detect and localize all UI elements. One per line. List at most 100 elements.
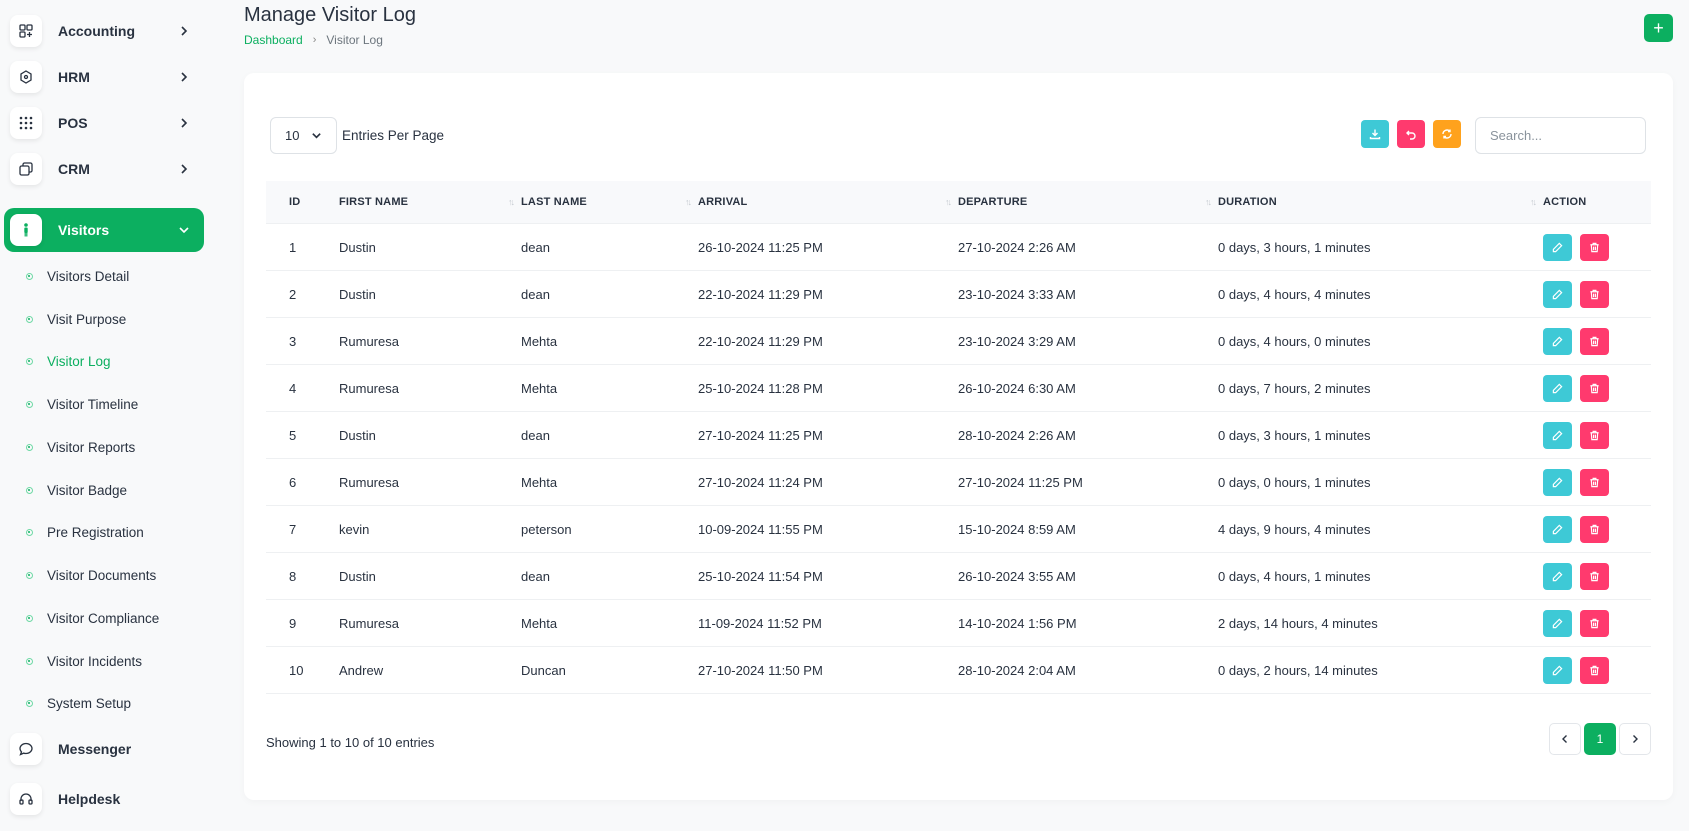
entries-per-page-select[interactable]: 10 [270,117,337,154]
table-row: 2 Dustin dean 22-10-2024 11:29 PM 23-10-… [266,271,1651,318]
cell-duration: 4 days, 9 hours, 4 minutes [1218,521,1371,537]
edit-button[interactable] [1543,421,1572,449]
edit-button[interactable] [1543,468,1572,496]
add-visitor-log-button[interactable]: + [1644,14,1673,42]
delete-button[interactable] [1580,609,1609,637]
reset-button[interactable] [1397,120,1425,148]
sidebar-subitem-visitors-detail[interactable]: Visitors Detail [26,264,129,288]
cell-actions [1543,233,1651,261]
sidebar-subitem-visitor-timeline[interactable]: Visitor Timeline [26,392,138,416]
edit-button[interactable] [1543,609,1572,637]
export-button[interactable] [1361,120,1389,148]
cell-arrival: 25-10-2024 11:54 PM [698,568,823,584]
sidebar-subitem-visitor-badge[interactable]: Visitor Badge [26,478,127,502]
edit-button[interactable] [1543,280,1572,308]
sidebar-item-helpdesk[interactable]: Helpdesk [4,777,204,821]
entries-per-page-value: 10 [285,128,300,143]
cell-duration: 0 days, 2 hours, 14 minutes [1218,662,1378,678]
trash-icon [1590,430,1599,440]
delete-button[interactable] [1580,374,1609,402]
cell-arrival: 22-10-2024 11:29 PM [698,333,823,349]
sidebar-item-crm[interactable]: CRM [4,147,204,191]
cell-departure: 26-10-2024 6:30 AM [958,380,1076,396]
grid-plus-icon [10,15,42,47]
cell-first-name: Rumuresa [339,474,399,490]
showing-entries-text: Showing 1 to 10 of 10 entries [266,735,435,750]
column-header-duration[interactable]: DURATION ↑↓ [1218,181,1543,223]
delete-button[interactable] [1580,327,1609,355]
cell-id: 2 [289,286,297,302]
delete-button[interactable] [1580,656,1609,684]
edit-button[interactable] [1543,327,1572,355]
cell-last-name: Mehta [521,615,558,631]
column-header-departure[interactable]: DEPARTURE ↑↓ [958,181,1218,223]
delete-button[interactable] [1580,562,1609,590]
sort-icon: ↑↓ [1205,197,1212,207]
sidebar-subitem-pre-registration[interactable]: Pre Registration [26,520,144,544]
column-header-arrival[interactable]: ARRIVAL ↑↓ [698,181,958,223]
sidebar-item-accounting[interactable]: Accounting [4,9,204,53]
breadcrumb-dashboard-link[interactable]: Dashboard [244,33,303,47]
table-row: 1 Dustin dean 26-10-2024 11:25 PM 27-10-… [266,224,1651,271]
sidebar-item-messenger[interactable]: Messenger [4,727,204,771]
sidebar-subitem-visitor-compliance[interactable]: Visitor Compliance [26,606,159,630]
edit-button[interactable] [1543,656,1572,684]
cell-id: 4 [289,380,297,396]
pencil-icon [1552,289,1563,299]
cell-id: 7 [289,521,297,537]
sidebar-subitem-label: Visitor Compliance [47,610,160,626]
next-page-button[interactable] [1619,723,1651,755]
sidebar-item-pos[interactable]: POS [4,101,204,145]
sidebar-subitem-label: Visit Purpose [47,311,127,327]
column-header-label: ARRIVAL [698,196,748,208]
sidebar-subitem-visitor-reports[interactable]: Visitor Reports [26,435,135,459]
cell-actions [1543,468,1651,496]
sidebar-subitem-visit-purpose[interactable]: Visit Purpose [26,307,126,331]
edit-button[interactable] [1543,515,1572,543]
previous-page-button[interactable] [1549,723,1581,755]
delete-button[interactable] [1580,280,1609,308]
trash-icon [1590,383,1599,393]
sidebar-subitem-visitor-log[interactable]: Visitor Log [26,349,111,373]
edit-button[interactable] [1543,562,1572,590]
trash-icon [1590,665,1599,675]
cell-id: 8 [289,568,297,584]
delete-button[interactable] [1580,515,1609,543]
sidebar-item-label: Helpdesk [58,791,121,807]
sidebar-item-visitors[interactable]: Visitors [4,208,204,252]
column-header-label: DEPARTURE [958,196,1028,208]
edit-button[interactable] [1543,374,1572,402]
cell-id: 9 [289,615,297,631]
cell-departure: 23-10-2024 3:29 AM [958,333,1076,349]
sidebar-subitem-system-setup[interactable]: System Setup [26,691,131,715]
column-header-id[interactable]: ID [266,181,339,223]
breadcrumb: Dashboard › Visitor Log [244,33,383,47]
cell-departure: 15-10-2024 8:59 AM [958,521,1076,537]
cell-last-name: peterson [521,521,572,537]
delete-button[interactable] [1580,468,1609,496]
cell-last-name: dean [521,239,550,255]
sidebar-item-hrm[interactable]: HRM [4,55,204,99]
sidebar-subitem-label: Visitor Log [47,353,111,369]
search-input[interactable] [1475,117,1646,154]
column-header-label: FIRST NAME [339,196,409,208]
sidebar-subitem-label: Pre Registration [47,524,144,540]
chat-icon [10,733,42,765]
edit-button[interactable] [1543,233,1572,261]
page-1-button[interactable]: 1 [1584,723,1616,755]
reload-button[interactable] [1433,120,1461,148]
delete-button[interactable] [1580,421,1609,449]
sidebar-subitem-visitor-documents[interactable]: Visitor Documents [26,563,156,587]
sidebar-subitem-label: Visitor Badge [47,482,128,498]
cell-departure: 23-10-2024 3:33 AM [958,286,1076,302]
sidebar-item-label: Messenger [58,741,132,757]
cell-departure: 28-10-2024 2:04 AM [958,662,1076,678]
cell-last-name: Mehta [521,380,558,396]
delete-button[interactable] [1580,233,1609,261]
column-header-last-name[interactable]: LAST NAME ↑↓ [521,181,698,223]
sidebar-subitem-visitor-incidents[interactable]: Visitor Incidents [26,649,142,673]
cell-id: 1 [289,239,297,255]
cell-actions [1543,374,1651,402]
column-header-first-name[interactable]: FIRST NAME ↑↓ [339,181,521,223]
column-header-action: ACTION [1543,181,1651,223]
